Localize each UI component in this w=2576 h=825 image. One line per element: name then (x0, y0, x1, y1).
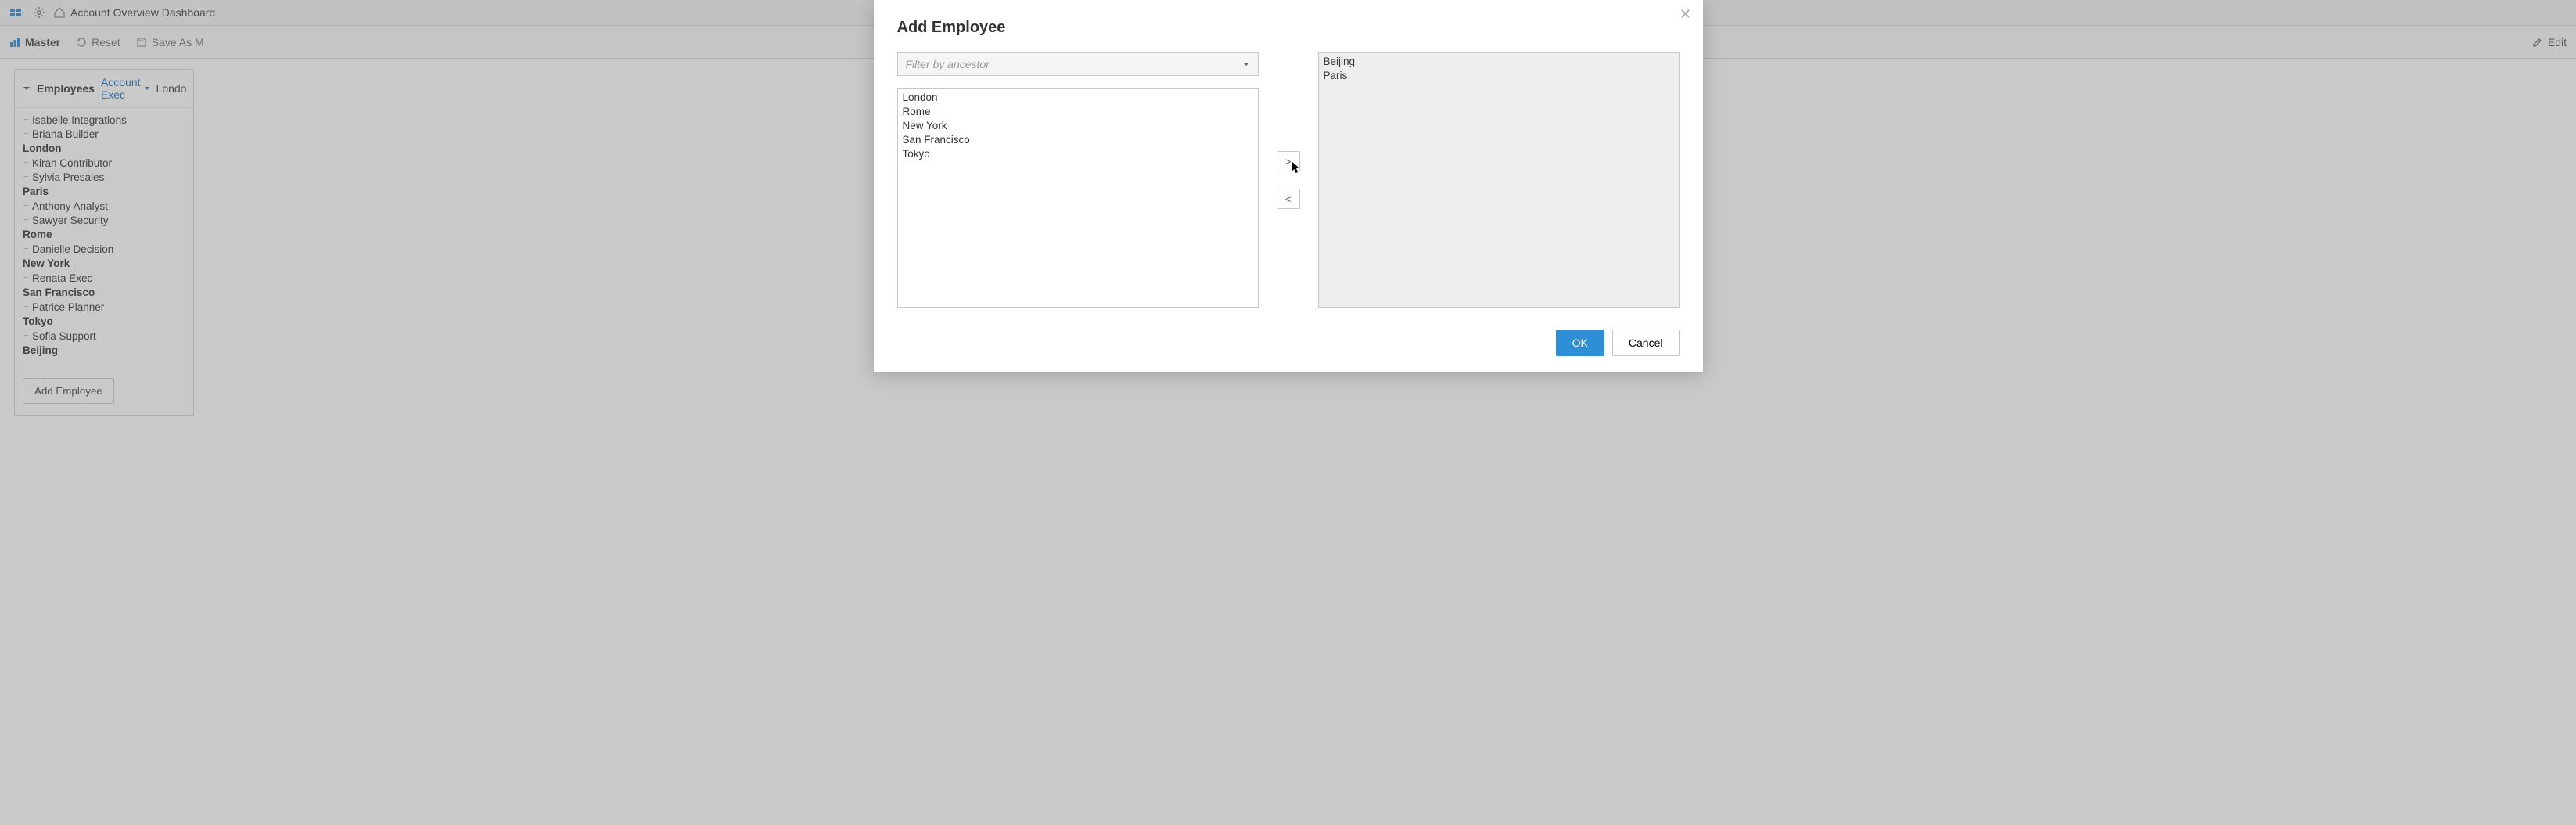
list-option[interactable]: Rome (898, 105, 1258, 119)
cancel-button[interactable]: Cancel (1612, 330, 1680, 356)
list-option[interactable]: San Francisco (898, 133, 1258, 147)
add-employee-modal: ✕ Add Employee Filter by ancestor London… (874, 0, 1703, 372)
close-icon[interactable]: ✕ (1678, 6, 1694, 22)
ok-button[interactable]: OK (1556, 330, 1604, 356)
list-option[interactable]: London (898, 91, 1258, 105)
chevron-down-icon (1242, 60, 1250, 68)
selected-column: BeijingParis (1318, 52, 1680, 308)
modal-footer: OK Cancel (897, 330, 1680, 356)
filter-by-ancestor-combo[interactable]: Filter by ancestor (897, 52, 1259, 76)
available-listbox[interactable]: LondonRomeNew YorkSan FranciscoTokyo (897, 88, 1259, 308)
list-option[interactable]: Beijing (1319, 55, 1679, 69)
modal-title: Add Employee (897, 19, 1680, 37)
modal-overlay: ✕ Add Employee Filter by ancestor London… (0, 0, 2576, 825)
available-column: Filter by ancestor LondonRomeNew YorkSan… (897, 52, 1259, 308)
list-option[interactable]: Paris (1319, 69, 1679, 83)
move-buttons-column: > < (1273, 52, 1304, 308)
filter-placeholder: Filter by ancestor (906, 58, 1242, 70)
selected-listbox[interactable]: BeijingParis (1318, 52, 1680, 308)
list-option[interactable]: New York (898, 119, 1258, 133)
list-option[interactable]: Tokyo (898, 147, 1258, 161)
dual-list-selector: Filter by ancestor LondonRomeNew YorkSan… (897, 52, 1680, 308)
move-left-button[interactable]: < (1277, 189, 1300, 209)
move-right-button[interactable]: > (1277, 151, 1300, 171)
